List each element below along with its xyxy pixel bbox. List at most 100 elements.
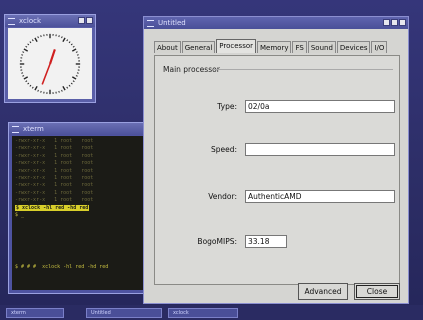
window-menu-icon[interactable] (8, 18, 15, 25)
xterm-window[interactable]: xterm -rwxr-xr-x 1 root root -rwxr-xr-x … (8, 122, 150, 294)
bogomips-row: BogoMIPS: 33.18 (155, 235, 399, 249)
clock-tick (58, 90, 60, 93)
system-info-dialog[interactable]: Untitled About General Processor Memory … (143, 16, 409, 304)
tab-io[interactable]: I/O (371, 41, 388, 53)
hour-hand (48, 49, 56, 65)
clock-tick (34, 85, 38, 91)
clock-tick (66, 86, 69, 89)
tab-devices[interactable]: Devices (336, 41, 371, 53)
clock-tick (37, 89, 39, 92)
taskbar-item-untitled[interactable]: Untitled (86, 308, 162, 318)
taskbar-item-xclock[interactable]: xclock (168, 308, 238, 318)
window-menu-icon[interactable] (12, 126, 19, 133)
dialog-titlebar[interactable]: Untitled (144, 17, 408, 29)
terminal-line: -rwxr-xr-x 1 root root (15, 175, 94, 182)
minimize-icon[interactable] (383, 19, 390, 26)
clock-tick (21, 72, 24, 74)
clock-tick (66, 39, 69, 42)
tab-fs[interactable]: FS (292, 41, 307, 53)
clock-tick (21, 54, 24, 56)
clock-tick (34, 37, 38, 43)
clock-tick (58, 35, 60, 38)
maximize-icon[interactable] (391, 19, 398, 26)
clock-tick (61, 36, 63, 39)
advanced-button[interactable]: Advanced (298, 283, 348, 300)
tab-sound[interactable]: Sound (307, 41, 336, 53)
bogomips-label: BogoMIPS: (197, 237, 237, 246)
clock-tick (29, 84, 32, 87)
window-menu-icon[interactable] (147, 20, 154, 27)
group-title: Main processor (163, 65, 220, 74)
speed-field[interactable] (245, 143, 395, 156)
type-field[interactable]: 02/0a (245, 100, 395, 113)
terminal-bottom-line: $ # # # xclock -hl red -hd red (15, 263, 109, 270)
speed-row: Speed: (155, 143, 399, 157)
clock-tick (29, 41, 32, 44)
clock-tick (71, 76, 77, 80)
taskbar: xterm Untitled xclock (0, 305, 423, 320)
vendor-row: Vendor: AuthenticAMD (155, 190, 399, 204)
tab-bar: About General Processor Memory FS Sound … (154, 39, 388, 53)
clock-tick (75, 75, 78, 77)
tab-about[interactable]: About (154, 41, 181, 53)
clock-tick (27, 82, 30, 85)
xclock-titlebar[interactable]: xclock (5, 15, 95, 27)
vendor-label: Vendor: (208, 192, 237, 201)
terminal-line: -rwxr-xr-x 1 root root (15, 167, 94, 174)
clock-tick (76, 54, 79, 56)
terminal-line: -rwxr-xr-x 1 root root (15, 197, 94, 204)
clock-tick (22, 51, 25, 53)
dialog-title: Untitled (158, 19, 186, 27)
type-row: Type: 02/0a (155, 100, 399, 114)
clock-tick (75, 51, 78, 53)
terminal-line: -rwxr-xr-x 1 root root (15, 138, 94, 144)
clock-tick (31, 39, 34, 42)
clock-tick (37, 36, 39, 39)
terminal-screen[interactable]: -rwxr-xr-x 1 root root -rwxr-xr-x 1 root… (12, 136, 146, 290)
clock-tick (22, 75, 25, 77)
clock-tick (70, 43, 73, 46)
xclock-window[interactable]: xclock (4, 14, 96, 103)
tab-general[interactable]: General (181, 41, 216, 53)
clock-tick (68, 41, 71, 44)
clock-dial (19, 33, 81, 95)
clock-tick (72, 80, 75, 83)
taskbar-item-xterm[interactable]: xterm (6, 308, 64, 318)
clock-tick (61, 89, 63, 92)
minimize-icon[interactable] (78, 17, 85, 24)
group-divider (213, 69, 393, 70)
terminal-line: -rwxr-xr-x 1 root root (15, 160, 94, 167)
terminal-line: -rwxr-xr-x 1 root root (15, 152, 94, 159)
clock-tick (62, 37, 66, 43)
xterm-titlebar[interactable]: xterm (9, 123, 149, 135)
clock-tick (23, 76, 29, 80)
close-icon[interactable] (86, 17, 93, 24)
close-icon[interactable] (399, 19, 406, 26)
xclock-title: xclock (19, 17, 41, 25)
clock-tick (68, 84, 71, 87)
bogomips-field[interactable]: 33.18 (245, 235, 287, 248)
terminal-cursor-line: $ _ (15, 212, 25, 219)
clock-tick (71, 48, 77, 52)
clock-tick (70, 82, 73, 85)
terminal-line: -rwxr-xr-x 1 root root (15, 145, 94, 152)
close-button[interactable]: Close (354, 283, 400, 300)
clock-tick (25, 45, 28, 48)
clock-face (8, 28, 92, 99)
clock-tick (40, 90, 42, 93)
clock-tick (40, 35, 42, 38)
vendor-field[interactable]: AuthenticAMD (245, 190, 395, 203)
clock-tick (31, 86, 34, 89)
clock-tick (23, 48, 29, 52)
clock-tick (72, 45, 75, 48)
minute-hand (41, 63, 51, 85)
processor-panel: Main processor Type: 02/0a Speed: Vendor… (154, 55, 400, 285)
clock-tick (25, 80, 28, 83)
xterm-title: xterm (23, 125, 44, 133)
highlighted-command: $ xclock -hl red -hd red (15, 204, 90, 211)
terminal-line: -rwxr-xr-x 1 root root (15, 182, 94, 189)
terminal-line: -rwxr-xr-x 1 root root (15, 189, 94, 196)
tab-memory[interactable]: Memory (257, 41, 292, 53)
tab-processor[interactable]: Processor (216, 39, 257, 53)
clock-tick (27, 43, 30, 46)
